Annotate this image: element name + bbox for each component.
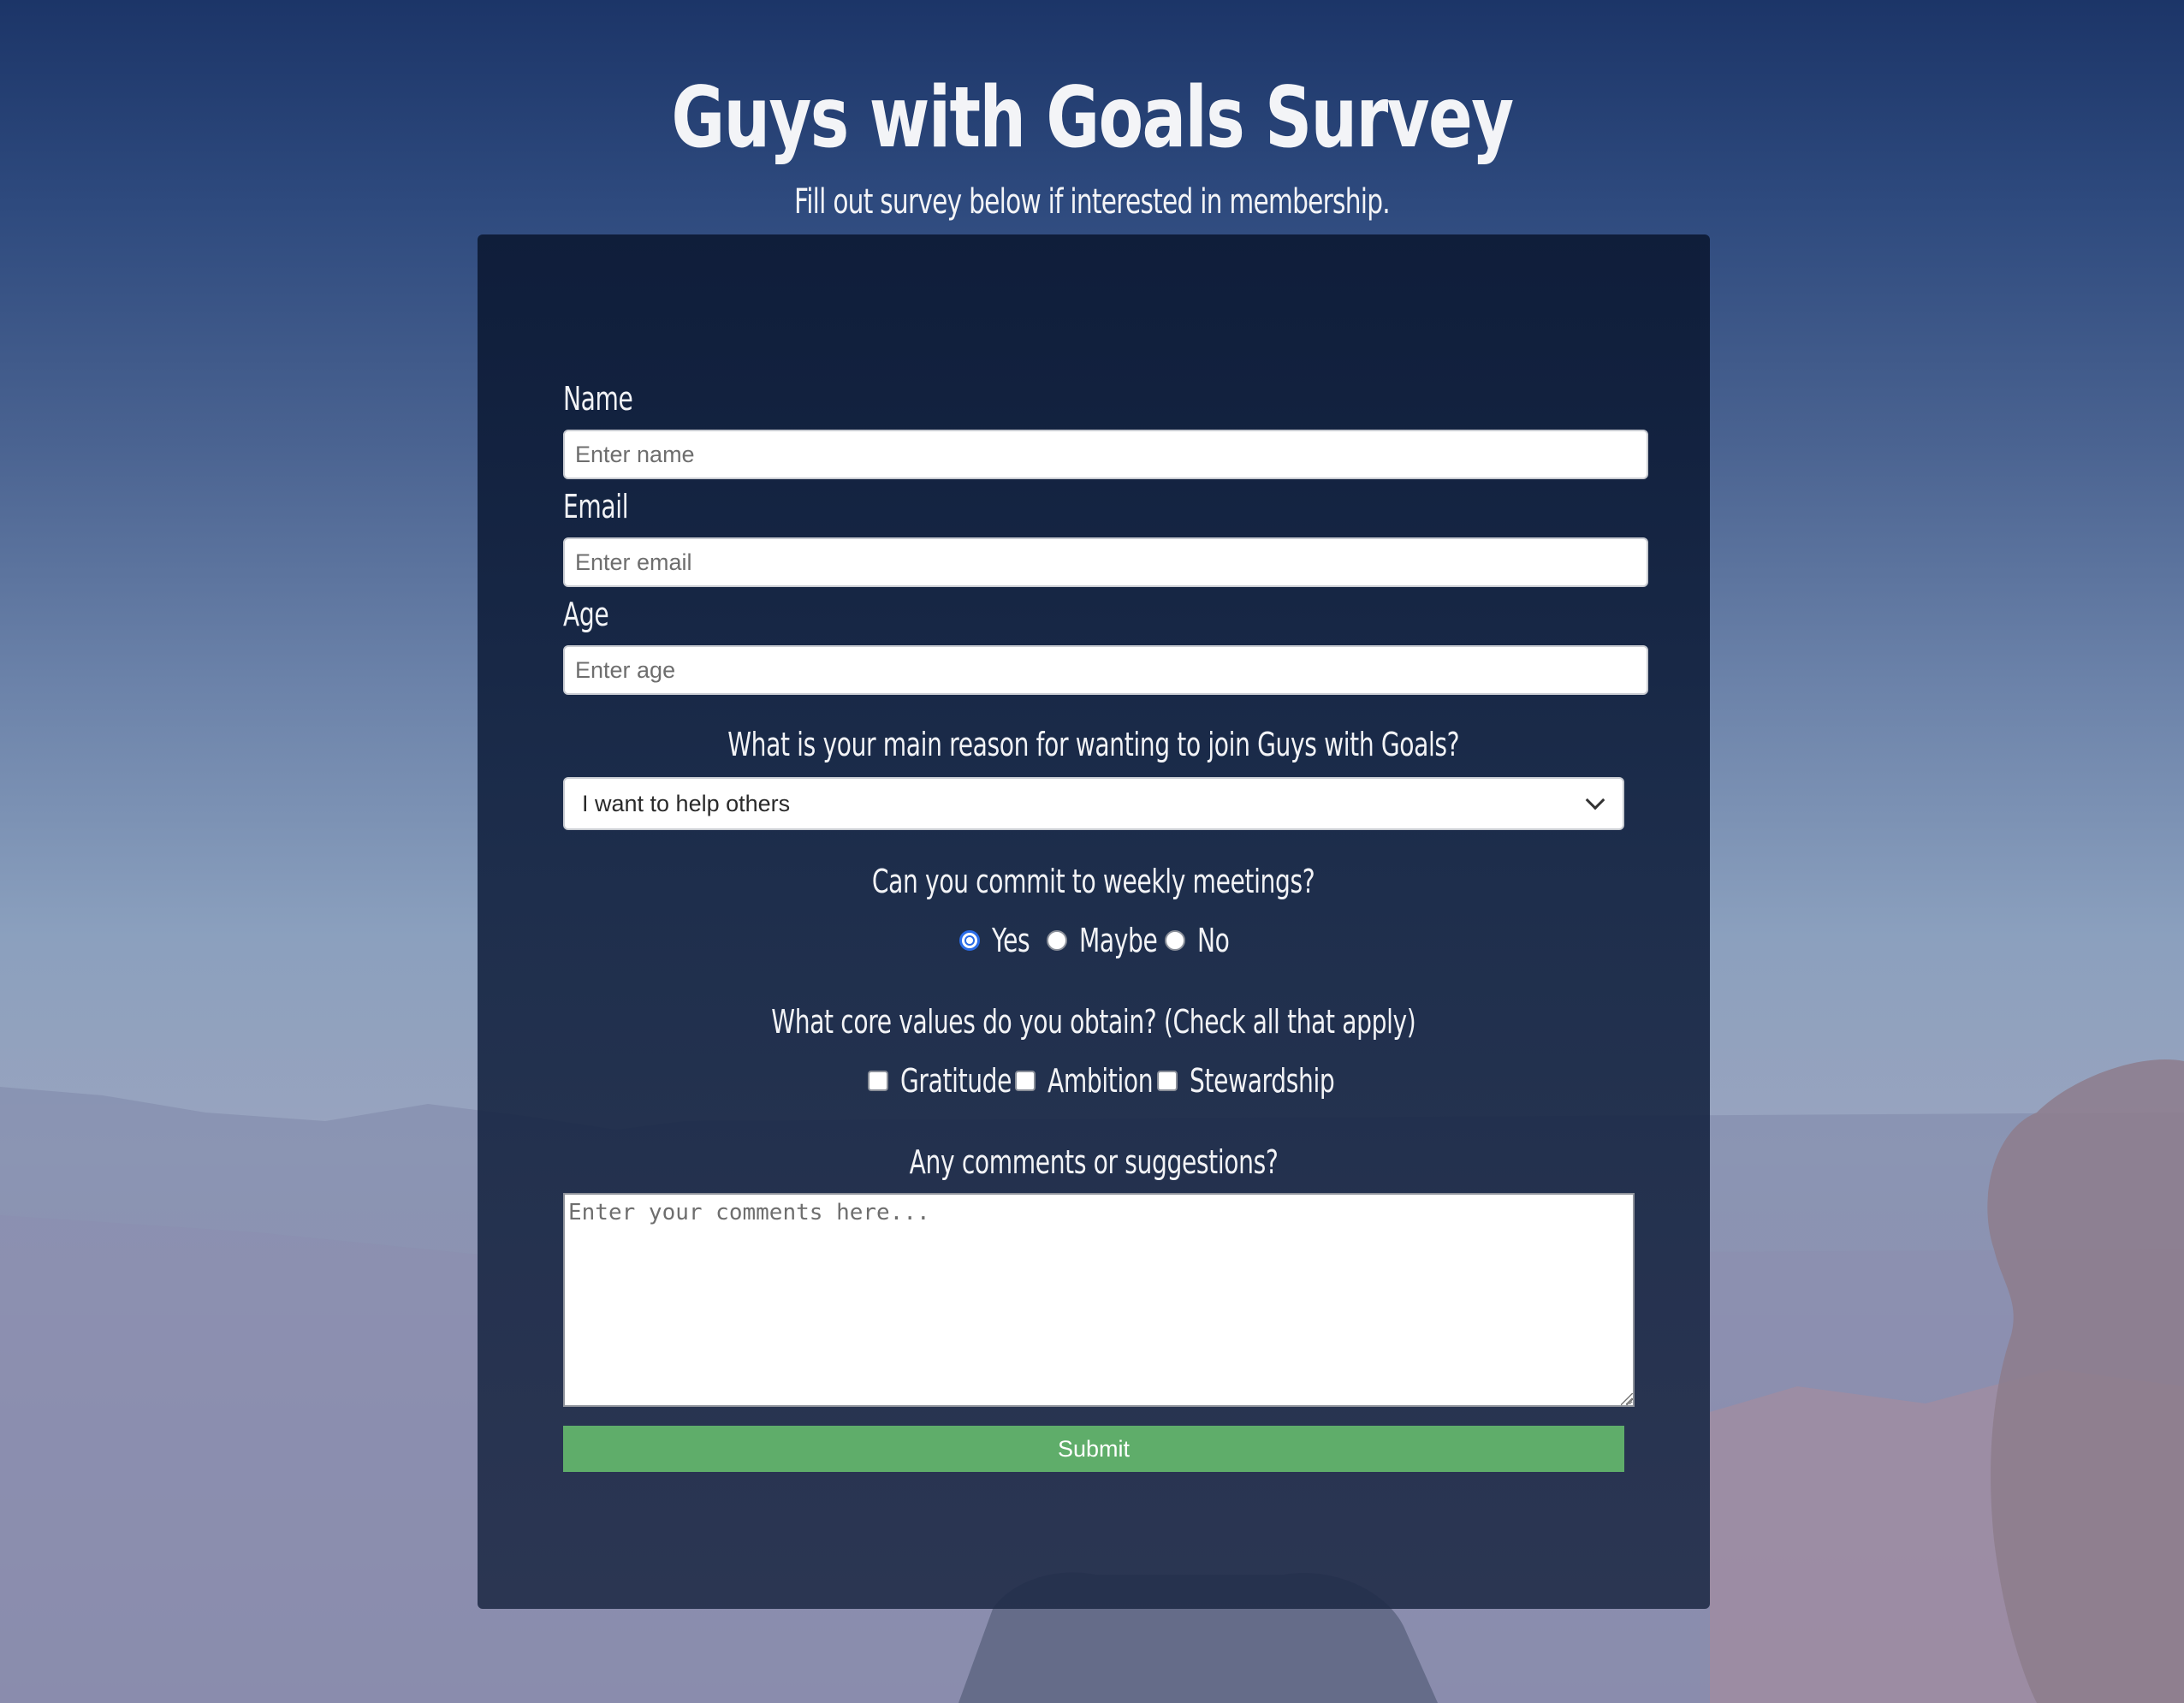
chevron-down-icon	[1585, 790, 1605, 810]
age-input[interactable]	[563, 645, 1648, 695]
meetings-options: Yes Maybe No	[478, 919, 1710, 962]
meetings-question: Can you commit to weekly meetings?	[872, 863, 1315, 900]
radio-maybe[interactable]	[1047, 930, 1067, 951]
values-option-gratitude[interactable]: Gratitude	[868, 1062, 1012, 1100]
checkbox-ambition[interactable]	[1015, 1071, 1036, 1091]
values-options: Gratitude Ambition Stewardship	[478, 1059, 1710, 1102]
name-label: Name	[563, 380, 633, 418]
meetings-option-no[interactable]: No	[1165, 922, 1230, 959]
meetings-option-yes[interactable]: Yes	[959, 922, 1033, 959]
page-header: Guys with Goals Survey Fill out survey b…	[0, 67, 2184, 224]
reason-select[interactable]: I want to help others	[563, 777, 1624, 830]
reason-question: What is your main reason for wanting to …	[727, 726, 1460, 763]
page-subtitle: Fill out survey below if interested in m…	[794, 182, 1391, 222]
radio-no[interactable]	[1165, 930, 1185, 951]
values-question: What core values do you obtain? (Check a…	[771, 1003, 1416, 1041]
email-label: Email	[563, 488, 629, 525]
name-input[interactable]	[563, 430, 1648, 479]
comments-question: Any comments or suggestions?	[909, 1143, 1279, 1181]
submit-button[interactable]: Submit	[563, 1426, 1624, 1472]
page-title: Guys with Goals Survey	[671, 69, 1515, 167]
checkbox-stewardship[interactable]	[1157, 1071, 1178, 1091]
values-option-stewardship[interactable]: Stewardship	[1157, 1062, 1335, 1100]
comments-textarea[interactable]	[563, 1193, 1635, 1407]
reason-select-value: I want to help others	[582, 790, 791, 816]
meetings-option-maybe[interactable]: Maybe	[1047, 922, 1158, 959]
survey-form: Name Email Age What is your main reason …	[478, 234, 1710, 1609]
email-input[interactable]	[563, 537, 1648, 587]
radio-yes[interactable]	[959, 930, 980, 951]
checkbox-gratitude[interactable]	[868, 1071, 888, 1091]
values-option-ambition[interactable]: Ambition	[1015, 1062, 1154, 1100]
age-label: Age	[563, 596, 609, 633]
